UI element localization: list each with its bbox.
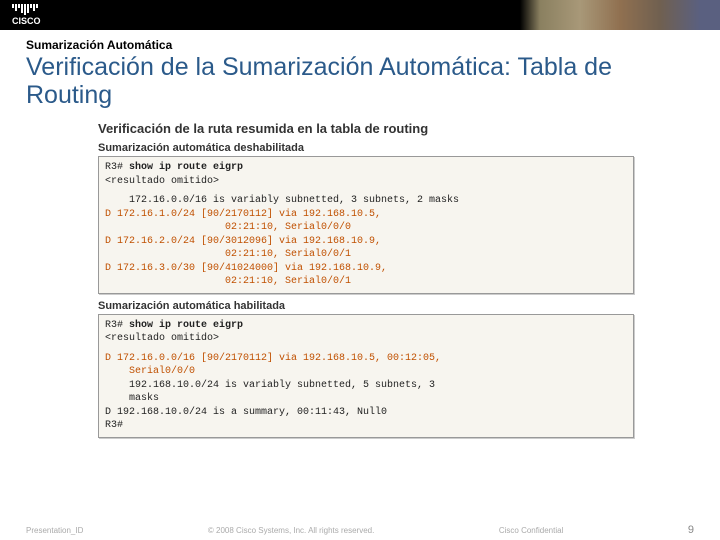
terminal-output-1: R3# show ip route eigrp <resultado omiti… (98, 156, 634, 294)
page-number: 9 (688, 524, 694, 536)
section-heading: Verificación de la ruta resumida en la t… (98, 121, 694, 136)
header-photo-strip (520, 0, 720, 30)
slide-title: Verificación de la Sumarización Automáti… (26, 54, 694, 109)
footer-center: © 2008 Cisco Systems, Inc. All rights re… (208, 526, 374, 535)
omitted-note: <resultado omitido> (105, 175, 627, 189)
footer-right: Cisco Confidential (499, 526, 563, 535)
route-1b: 02:21:10, Serial0/0/0 (225, 222, 351, 233)
block2-label: Sumarización automática habilitada (98, 300, 694, 312)
omitted-note: <resultado omitido> (105, 332, 627, 346)
route-b1b: Serial0/0/0 (129, 366, 195, 377)
route-b1a: D 172.16.0.0/16 [90/2170112] via 192.168… (105, 353, 441, 364)
route-b3: D 192.168.10.0/24 is a summary, 00:11:43… (105, 406, 627, 420)
route-2a: D 172.16.2.0/24 [90/3012096] via 192.168… (105, 236, 381, 247)
prompt: R3# (105, 320, 123, 331)
route-header: 172.16.0.0/16 is variably subnetted, 3 s… (129, 194, 627, 208)
prompt: R3# (105, 162, 123, 173)
terminal-output-2: R3# show ip route eigrp <resultado omiti… (98, 314, 634, 438)
command: show ip route eigrp (129, 162, 243, 173)
command: show ip route eigrp (129, 320, 243, 331)
slide-footer: Presentation_ID © 2008 Cisco Systems, In… (0, 524, 720, 536)
prompt-end: R3# (105, 419, 627, 433)
route-b2b: masks (129, 392, 627, 406)
cisco-logo: CISCO (12, 4, 41, 26)
route-1a: D 172.16.1.0/24 [90/2170112] via 192.168… (105, 209, 381, 220)
header-bar: CISCO (0, 0, 720, 30)
logo-bars-icon (12, 4, 41, 15)
route-2b: 02:21:10, Serial0/0/1 (225, 249, 351, 260)
slide-content: Sumarización Automática Verificación de … (0, 30, 720, 438)
footer-left: Presentation_ID (26, 526, 83, 535)
route-b2a: 192.168.10.0/24 is variably subnetted, 5… (129, 379, 627, 393)
route-3b: 02:21:10, Serial0/0/1 (225, 276, 351, 287)
kicker-text: Sumarización Automática (26, 38, 694, 52)
block1-label: Sumarización automática deshabilitada (98, 142, 694, 154)
logo-text: CISCO (12, 17, 41, 26)
route-3a: D 172.16.3.0/30 [90/41024000] via 192.16… (105, 263, 387, 274)
